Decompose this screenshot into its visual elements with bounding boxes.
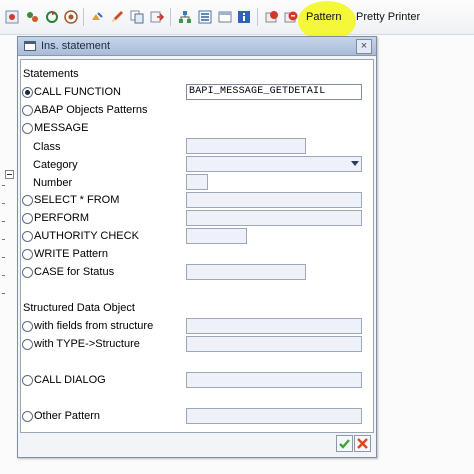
pattern-button[interactable]: Pattern xyxy=(306,11,341,23)
close-button[interactable]: × xyxy=(356,39,372,54)
radio-select-from[interactable] xyxy=(22,195,33,206)
gutter-mark xyxy=(2,203,5,204)
hierarchy-icon[interactable] xyxy=(178,10,192,24)
radio-write-pattern[interactable] xyxy=(22,249,33,260)
gutter-mark xyxy=(2,221,5,222)
statements-heading: Statements xyxy=(23,68,79,80)
class-label: Class xyxy=(33,141,61,153)
other-object-icon[interactable] xyxy=(90,10,104,24)
dialog-titlebar[interactable]: Ins. statement × xyxy=(18,37,376,56)
activate-icon[interactable] xyxy=(25,10,39,24)
other-pattern-label: Other Pattern xyxy=(34,410,101,422)
close-icon: × xyxy=(360,40,368,52)
class-input[interactable] xyxy=(186,138,306,154)
fields-from-structure-input[interactable] xyxy=(186,318,362,334)
call-function-input[interactable]: BAPI_MESSAGE_GETDETAIL xyxy=(186,84,362,100)
session-breakpoint-icon[interactable] xyxy=(284,10,298,24)
radio-call-function[interactable] xyxy=(22,87,33,98)
toolbar-separator xyxy=(170,8,171,26)
select-from-input[interactable] xyxy=(186,192,362,208)
case-for-status-input[interactable] xyxy=(186,264,306,280)
checkmark-icon xyxy=(339,439,350,449)
info-icon[interactable] xyxy=(237,10,251,24)
radio-message[interactable] xyxy=(22,123,33,134)
gutter-mark xyxy=(2,257,5,258)
edit-icon[interactable] xyxy=(110,10,124,24)
gutter-mark xyxy=(2,239,5,240)
transport-icon[interactable] xyxy=(150,10,164,24)
radio-other-pattern[interactable] xyxy=(22,411,33,422)
editor-gutter xyxy=(0,170,14,310)
fields-from-structure-label: with fields from structure xyxy=(34,320,154,332)
window-icon xyxy=(24,41,36,51)
type-structure-input[interactable] xyxy=(186,336,362,352)
category-label: Category xyxy=(33,159,78,171)
radio-authority-check[interactable] xyxy=(22,231,33,242)
gutter-mark xyxy=(2,275,5,276)
gutter-mark xyxy=(2,185,5,186)
display-object-icon[interactable] xyxy=(64,10,78,24)
copy-icon[interactable] xyxy=(130,10,144,24)
case-for-status-label: CASE for Status xyxy=(34,266,115,278)
call-function-label: CALL FUNCTION xyxy=(34,86,121,98)
where-used-icon[interactable] xyxy=(5,10,19,24)
number-input[interactable] xyxy=(186,174,208,190)
list-icon[interactable] xyxy=(198,10,212,24)
write-pattern-label: WRITE Pattern xyxy=(34,248,108,260)
radio-perform[interactable] xyxy=(22,213,33,224)
select-from-label: SELECT * FROM xyxy=(34,194,120,206)
radio-call-dialog[interactable] xyxy=(22,375,33,386)
radio-fields-from-structure[interactable] xyxy=(22,321,33,332)
dialog-title: Ins. statement xyxy=(41,40,111,52)
ok-button[interactable] xyxy=(336,435,353,452)
frame-icon[interactable] xyxy=(218,10,232,24)
chevron-down-icon[interactable] xyxy=(351,161,359,166)
toolbar-separator xyxy=(257,8,258,26)
authority-check-input[interactable] xyxy=(186,228,247,244)
application-toolbar: Pattern Pretty Printer xyxy=(0,0,474,41)
toolbar-separator xyxy=(83,8,84,26)
other-pattern-input[interactable] xyxy=(186,408,362,424)
type-structure-label: with TYPE->Structure xyxy=(34,338,140,350)
radio-type-structure[interactable] xyxy=(22,339,33,350)
authority-check-label: AUTHORITY CHECK xyxy=(34,230,139,242)
call-function-value: BAPI_MESSAGE_GETDETAIL xyxy=(189,86,326,97)
gutter-mark xyxy=(2,293,5,294)
radio-case-for-status[interactable] xyxy=(22,267,33,278)
category-select[interactable] xyxy=(186,156,362,172)
cancel-button[interactable] xyxy=(354,435,371,452)
dialog-body: Statements CALL FUNCTION BAPI_MESSAGE_GE… xyxy=(20,59,374,433)
insert-statement-dialog: Ins. statement × Statements CALL FUNCTIO… xyxy=(17,36,377,458)
call-dialog-input[interactable] xyxy=(186,372,362,388)
pretty-printer-button[interactable]: Pretty Printer xyxy=(356,11,420,23)
cycle-icon[interactable] xyxy=(45,10,59,24)
perform-input[interactable] xyxy=(186,210,362,226)
abap-objects-label: ABAP Objects Patterns xyxy=(34,104,148,116)
message-label: MESSAGE xyxy=(34,122,89,134)
radio-abap-objects[interactable] xyxy=(22,105,33,116)
cancel-x-icon xyxy=(357,438,368,449)
number-label: Number xyxy=(33,177,73,189)
call-dialog-label: CALL DIALOG xyxy=(34,374,106,386)
collapse-icon[interactable] xyxy=(5,170,14,179)
breakpoint-icon[interactable] xyxy=(265,10,279,24)
perform-label: PERFORM xyxy=(34,212,89,224)
structured-data-heading: Structured Data Object xyxy=(23,302,135,314)
